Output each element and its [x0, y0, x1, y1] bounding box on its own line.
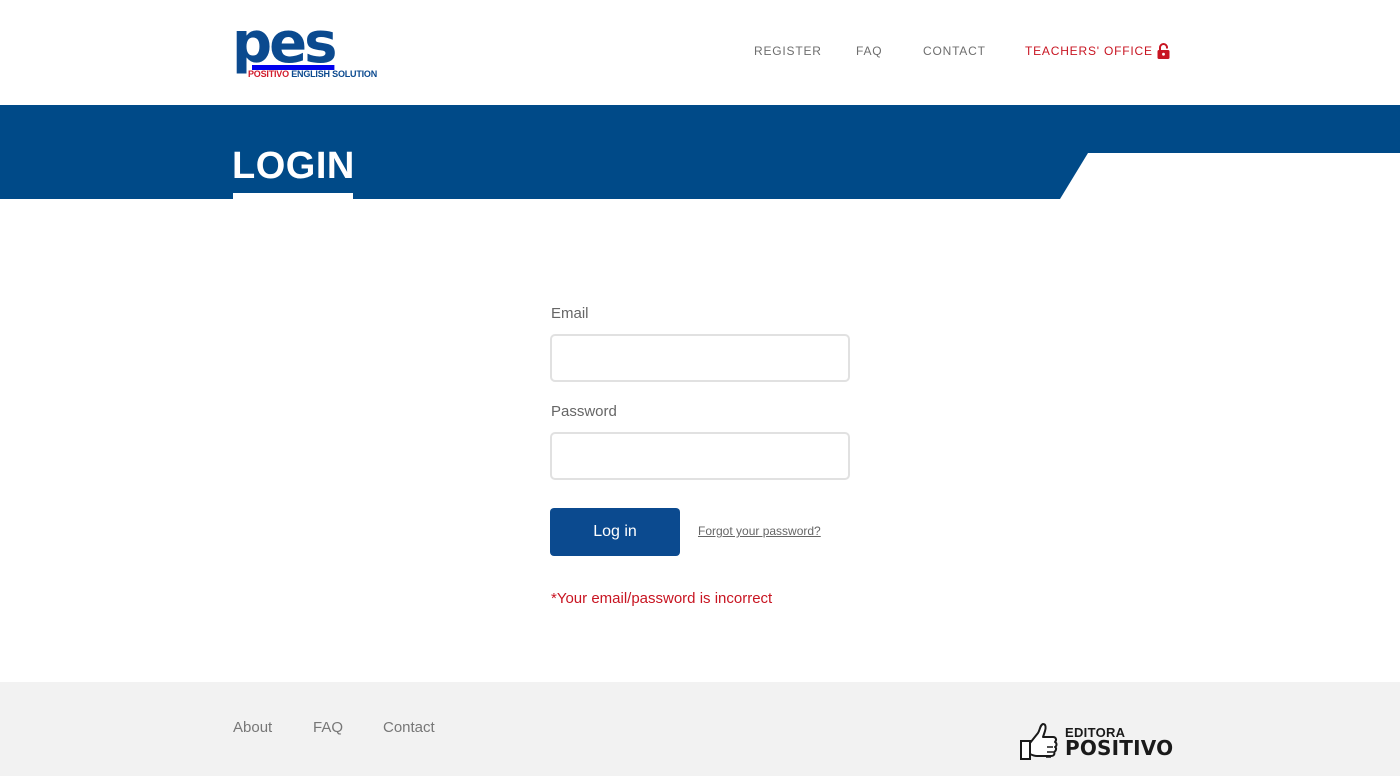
- logo-subtitle: POSITIVO ENGLISH SOLUTION: [248, 69, 377, 79]
- password-field[interactable]: [550, 432, 850, 480]
- login-button[interactable]: Log in: [550, 508, 680, 556]
- nav-register[interactable]: REGISTER: [754, 44, 822, 58]
- site-footer: About FAQ Contact EDITORA POSITIVO: [0, 682, 1400, 776]
- logo-mark: pes: [232, 11, 337, 76]
- brand-positivo: POSITIVO: [1065, 736, 1174, 760]
- footer-link-faq[interactable]: FAQ: [313, 719, 343, 736]
- logo-subtitle-english-solution: ENGLISH SOLUTION: [291, 69, 378, 79]
- site-header: pes POSITIVO ENGLISH SOLUTION REGISTER F…: [0, 0, 1400, 105]
- pes-logo[interactable]: pes POSITIVO ENGLISH SOLUTION: [232, 11, 377, 84]
- email-field[interactable]: [550, 334, 850, 382]
- nav-contact[interactable]: CONTACT: [923, 44, 986, 58]
- nav-faq[interactable]: FAQ: [856, 44, 882, 58]
- logo-subtitle-positivo: POSITIVO: [248, 69, 289, 79]
- page-title: LOGIN: [232, 145, 355, 187]
- thumbs-up-icon: [1020, 723, 1058, 760]
- footer-link-contact[interactable]: Contact: [383, 719, 435, 736]
- forgot-password-link[interactable]: Forgot your password?: [698, 524, 821, 538]
- email-label: Email: [551, 305, 589, 322]
- editora-positivo-logo[interactable]: EDITORA POSITIVO: [1017, 719, 1174, 763]
- banner-cutout: [1060, 153, 1400, 199]
- nav-teachers-office[interactable]: TEACHERS' OFFICE: [1025, 44, 1153, 58]
- password-label: Password: [551, 403, 617, 420]
- footer-link-about[interactable]: About: [233, 719, 272, 736]
- error-message: *Your email/password is incorrect: [551, 590, 773, 607]
- title-underline: [233, 193, 353, 199]
- lock-icon[interactable]: [1157, 43, 1170, 59]
